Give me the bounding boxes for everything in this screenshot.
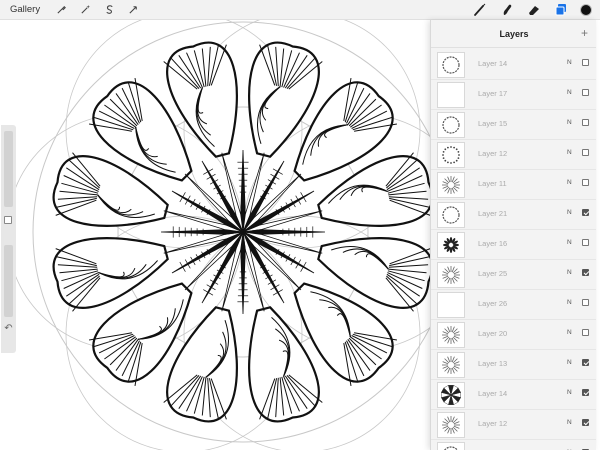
layer-name: Layer 12 bbox=[478, 419, 508, 428]
layer-visibility-checkbox[interactable] bbox=[582, 239, 589, 246]
layer-name: Layer 14 bbox=[478, 59, 508, 68]
layer-name: Layer 15 bbox=[478, 119, 508, 128]
layers-panel: Layers + Layer 14 N Layer 17 N Layer 15 N Laye… bbox=[430, 20, 596, 450]
center-hatch-line bbox=[203, 168, 214, 175]
layer-row[interactable]: Layer 12 N bbox=[431, 140, 596, 170]
blend-mode-button[interactable]: N bbox=[567, 59, 572, 66]
layer-visibility-checkbox[interactable] bbox=[582, 209, 589, 216]
layer-row[interactable]: Layer 20 N bbox=[431, 320, 596, 350]
center-hatch-line bbox=[300, 261, 307, 272]
blend-mode-button[interactable]: N bbox=[567, 299, 572, 306]
center-hatch-line bbox=[272, 289, 283, 296]
layer-thumbnail bbox=[437, 322, 465, 348]
layer-name: Layer 14 bbox=[478, 389, 508, 398]
layer-visibility-checkbox[interactable] bbox=[582, 149, 589, 156]
brush-icon[interactable] bbox=[472, 2, 488, 18]
center-hatch-line bbox=[300, 192, 307, 203]
wrench-icon[interactable] bbox=[52, 1, 70, 19]
layer-name: Layer 13 bbox=[478, 359, 508, 368]
layer-thumbnail bbox=[437, 202, 465, 228]
layer-visibility-checkbox[interactable] bbox=[582, 359, 589, 366]
opacity-slider[interactable] bbox=[4, 245, 13, 317]
blend-mode-button[interactable]: N bbox=[567, 239, 572, 246]
layer-thumbnail bbox=[437, 232, 465, 258]
layer-name: Layer 25 bbox=[478, 269, 508, 278]
layers-panel-title: Layers bbox=[499, 29, 529, 39]
tool-group bbox=[472, 0, 592, 20]
blend-mode-button[interactable]: N bbox=[567, 149, 572, 156]
blend-mode-button[interactable]: N bbox=[567, 119, 572, 126]
layer-visibility-checkbox[interactable] bbox=[582, 419, 589, 426]
layer-name: Layer 16 bbox=[478, 239, 508, 248]
layer-thumbnail bbox=[437, 352, 465, 378]
layer-row[interactable]: Layer 14 N bbox=[431, 380, 596, 410]
layer-thumbnail bbox=[437, 292, 465, 318]
layer-thumbnail bbox=[437, 82, 465, 108]
layer-row[interactable]: Layer 13 N bbox=[431, 350, 596, 380]
color-picker-swatch[interactable] bbox=[580, 4, 592, 16]
blend-mode-button[interactable]: N bbox=[567, 179, 572, 186]
layer-row[interactable]: Layer 22N bbox=[431, 440, 596, 450]
gallery-button[interactable]: Gallery bbox=[10, 4, 46, 15]
layer-row[interactable]: Layer 15 N bbox=[431, 110, 596, 140]
blend-mode-button[interactable]: N bbox=[567, 89, 572, 96]
smudge-icon[interactable] bbox=[499, 2, 515, 18]
layer-row[interactable]: Layer 16 N bbox=[431, 230, 596, 260]
layer-thumbnail bbox=[437, 142, 465, 168]
magic-wand-icon[interactable] bbox=[76, 1, 94, 19]
blend-mode-button[interactable]: N bbox=[567, 359, 572, 366]
panel-divider bbox=[431, 47, 596, 48]
blend-mode-button[interactable]: N bbox=[567, 329, 572, 336]
layer-row[interactable]: Layer 14 N bbox=[431, 50, 596, 80]
layer-name: Layer 20 bbox=[478, 329, 508, 338]
layers-icon[interactable] bbox=[553, 2, 569, 18]
layer-visibility-checkbox[interactable] bbox=[582, 299, 589, 306]
center-hatch-line bbox=[272, 168, 283, 175]
layer-row[interactable]: Layer 26 N bbox=[431, 290, 596, 320]
layer-name: Layer 12 bbox=[478, 149, 508, 158]
selection-s-icon[interactable] bbox=[100, 1, 118, 19]
center-hatch-line bbox=[179, 192, 186, 203]
layer-thumbnail bbox=[437, 172, 465, 198]
blend-mode-button[interactable]: N bbox=[567, 389, 572, 396]
blend-mode-button[interactable]: N bbox=[567, 209, 572, 216]
layer-name: Layer 21 bbox=[478, 209, 508, 218]
layer-visibility-checkbox[interactable] bbox=[582, 59, 589, 66]
blend-mode-button[interactable]: N bbox=[567, 269, 572, 276]
undo-icon[interactable]: ↶ bbox=[3, 323, 14, 334]
layers-list: Layer 14 N Layer 17 N Layer 15 N Layer 12 N Laye… bbox=[431, 50, 596, 450]
modify-button[interactable] bbox=[4, 216, 12, 224]
layer-name: Layer 17 bbox=[478, 89, 508, 98]
layer-thumbnail bbox=[437, 52, 465, 78]
layer-thumbnail bbox=[437, 442, 465, 450]
center-hatch-line bbox=[203, 289, 214, 296]
brush-size-slider[interactable] bbox=[4, 131, 13, 207]
transform-arrow-icon[interactable] bbox=[124, 1, 142, 19]
eraser-icon[interactable] bbox=[526, 2, 542, 18]
layer-visibility-checkbox[interactable] bbox=[582, 89, 589, 96]
layer-row[interactable]: Layer 25 N bbox=[431, 260, 596, 290]
layer-thumbnail bbox=[437, 112, 465, 138]
layer-visibility-checkbox[interactable] bbox=[582, 269, 589, 276]
layer-visibility-checkbox[interactable] bbox=[582, 179, 589, 186]
layer-thumbnail bbox=[437, 262, 465, 288]
blend-mode-button[interactable]: N bbox=[567, 419, 572, 426]
center-hatch-line bbox=[179, 261, 186, 272]
layer-visibility-checkbox[interactable] bbox=[582, 329, 589, 336]
left-sidebar: ↶ bbox=[1, 125, 16, 353]
layer-thumbnail bbox=[437, 412, 465, 438]
layer-row[interactable]: Layer 17 N bbox=[431, 80, 596, 110]
layer-name: Layer 26 bbox=[478, 299, 508, 308]
layer-name: Layer 11 bbox=[478, 179, 507, 188]
layer-visibility-checkbox[interactable] bbox=[582, 119, 589, 126]
add-layer-button[interactable]: + bbox=[581, 26, 588, 40]
layer-thumbnail bbox=[437, 382, 465, 408]
top-toolbar: Gallery bbox=[0, 0, 600, 20]
layer-row[interactable]: Layer 21 N bbox=[431, 200, 596, 230]
layer-row[interactable]: Layer 12 N bbox=[431, 410, 596, 440]
layer-visibility-checkbox[interactable] bbox=[582, 389, 589, 396]
layer-row[interactable]: Layer 11 N bbox=[431, 170, 596, 200]
